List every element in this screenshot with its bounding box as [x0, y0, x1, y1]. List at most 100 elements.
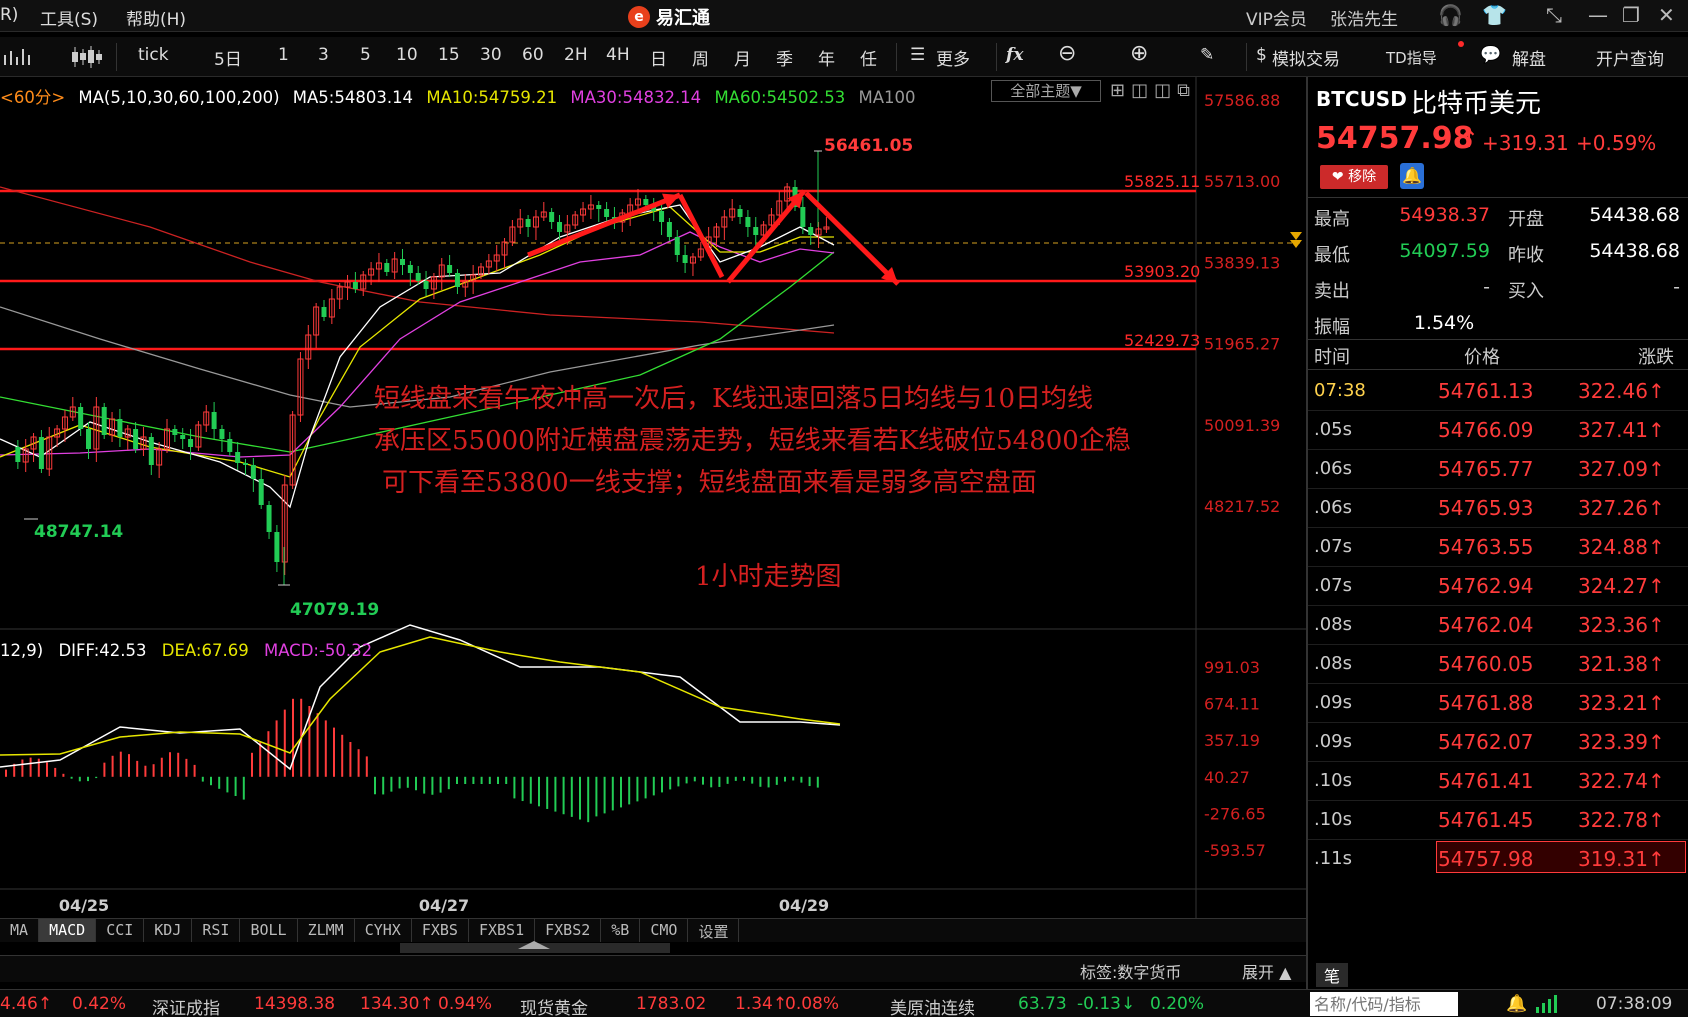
restore-icon[interactable]: ❐: [1622, 3, 1640, 27]
status-bar: 4.46↑ 0.42% 深证成指 14398.38 134.30↑ 0.94% 现货黄金 17…: [0, 989, 1688, 1017]
layout-icons[interactable]: ⊞◫◫⧉: [1110, 80, 1196, 101]
expand-button[interactable]: 展开 ▲: [1242, 959, 1291, 983]
ind-tab-macd[interactable]: MACD: [39, 919, 97, 942]
period-day[interactable]: 日: [650, 45, 667, 70]
status-item: 现货黄金: [520, 999, 588, 1017]
horizontal-scrollbar[interactable]: [400, 941, 670, 953]
period-15[interactable]: 15: [438, 45, 460, 65]
period-10[interactable]: 10: [396, 45, 418, 65]
tick-row[interactable]: .07s 54763.55 324.88↑: [1308, 527, 1688, 566]
pen-tab[interactable]: 笔: [1316, 963, 1349, 987]
ind-tab-fxbs[interactable]: FXBS: [412, 919, 469, 942]
chat-icon: 💬: [1480, 45, 1502, 65]
tag-label[interactable]: 标签:数字货币: [1080, 959, 1181, 983]
ind-tab-fxbs1[interactable]: FXBS1: [469, 919, 536, 942]
period-2h[interactable]: 2H: [564, 45, 588, 65]
tick-row[interactable]: .07s 54762.94 324.27↑: [1308, 566, 1688, 605]
analysis-button[interactable]: 解盘: [1512, 45, 1546, 70]
shirt-icon[interactable]: 👕: [1482, 3, 1507, 27]
price-axis-label: 53839.13: [1204, 253, 1280, 272]
minimize-icon[interactable]: —: [1588, 3, 1608, 27]
period-quarter[interactable]: 季: [776, 45, 793, 70]
shrink-icon[interactable]: ⤡: [1546, 3, 1562, 27]
candle-body: [86, 429, 91, 449]
period-custom[interactable]: 任: [860, 45, 877, 70]
ind-tab-fxbs2[interactable]: FXBS2: [535, 919, 602, 942]
period-5[interactable]: 5: [360, 45, 371, 65]
tick-row[interactable]: .10s 54761.41 322.74↑: [1308, 761, 1688, 800]
stat-amplitude-value: 1.54%: [1413, 312, 1475, 334]
alert-bell-icon[interactable]: 🔔: [1400, 163, 1424, 189]
period-30[interactable]: 30: [480, 45, 502, 65]
menu-partial[interactable]: R): [0, 5, 18, 25]
ind-tab-boll[interactable]: BOLL: [240, 919, 298, 942]
ind-tab-settings[interactable]: 设置: [688, 919, 740, 942]
ma-name[interactable]: MA(5,10,30,60,100,200): [78, 88, 279, 107]
ind-tab-cci[interactable]: CCI: [96, 919, 145, 942]
period-week[interactable]: 周: [692, 45, 709, 70]
tick-row[interactable]: .10s 54761.45 322.78↑: [1308, 800, 1688, 839]
scroll-up-icon[interactable]: [518, 941, 550, 949]
tick-change: 323.21↑: [1578, 691, 1665, 715]
candle-body: [227, 439, 233, 452]
user-name[interactable]: 张浩先生: [1330, 5, 1398, 30]
search-input[interactable]: [1310, 992, 1458, 1016]
alarm-bell-icon[interactable]: 🔔: [1506, 994, 1527, 1014]
ind-tab-cyhx[interactable]: CYHX: [355, 919, 412, 942]
tick-row[interactable]: .09s 54761.88 323.21↑: [1308, 683, 1688, 722]
ind-tab-ma[interactable]: MA: [0, 919, 40, 942]
tick-row[interactable]: .05s 54766.09 327.41↑: [1308, 410, 1688, 449]
ind-tab-cmo[interactable]: CMO: [640, 919, 689, 942]
ind-tab-pctb[interactable]: %B: [601, 919, 641, 942]
tick-row[interactable]: .06s 54765.77 327.09↑: [1308, 449, 1688, 488]
ind-tab-zlmm[interactable]: ZLMM: [298, 919, 355, 942]
draw-pen-icon[interactable]: ✎: [1200, 45, 1214, 65]
ind-tab-kdj[interactable]: KDJ: [144, 919, 193, 942]
line-chart-icon[interactable]: [4, 47, 34, 67]
vip-link[interactable]: VIP会员: [1246, 5, 1307, 30]
more-button[interactable]: 更多: [936, 45, 970, 70]
candle-icon[interactable]: [70, 45, 104, 69]
period-indicator[interactable]: <60分>: [0, 88, 65, 107]
tick-price: 54761.13: [1438, 379, 1534, 403]
period-year[interactable]: 年: [818, 45, 835, 70]
account-query-button[interactable]: 开户查询: [1596, 45, 1664, 70]
td-guide-button[interactable]: TD指导: [1386, 47, 1437, 68]
menu-tools[interactable]: 工具(S): [40, 5, 98, 30]
price-axis-label: 51965.27: [1204, 335, 1280, 354]
tick-row[interactable]: .06s 54765.93 327.26↑: [1308, 488, 1688, 527]
stat-prevclose-label: 昨收: [1508, 245, 1544, 266]
tick-row[interactable]: 07:38 54761.13 322.46↑: [1308, 371, 1688, 410]
analysis-arrow-line: [527, 192, 681, 258]
candle-body: [407, 265, 413, 273]
candle-body: [604, 209, 610, 217]
stat-open-label: 开盘: [1508, 209, 1544, 230]
ind-tab-rsi[interactable]: RSI: [192, 919, 241, 942]
price-marker-icon: [1290, 232, 1302, 248]
macd-value: MACD:-50.32: [263, 641, 373, 660]
headset-icon[interactable]: 🎧: [1438, 3, 1463, 27]
fx-button[interactable]: fx: [1006, 45, 1023, 65]
list-icon[interactable]: ☰: [910, 45, 925, 65]
sim-trade-button[interactable]: 模拟交易: [1272, 45, 1340, 70]
chart-area[interactable]: 55825.11 53903.20 52429.73 56461.05 48747.1…: [0, 77, 1306, 989]
period-60[interactable]: 60: [522, 45, 544, 65]
zoom-in-icon[interactable]: ⊕: [1130, 41, 1148, 66]
tick-row[interactable]: .08s 54760.05 321.38↑: [1308, 644, 1688, 683]
period-4h[interactable]: 4H: [606, 45, 630, 65]
tick-row[interactable]: .09s 54762.07 323.39↑: [1308, 722, 1688, 761]
zoom-out-icon[interactable]: ⊖: [1058, 41, 1076, 66]
kline-chart-svg[interactable]: 55825.11 53903.20 52429.73 56461.05 48747.1…: [0, 77, 1306, 989]
period-3[interactable]: 3: [318, 45, 329, 65]
period-month[interactable]: 月: [734, 45, 751, 70]
menu-help[interactable]: 帮助(H): [126, 5, 186, 30]
close-icon[interactable]: ✕: [1658, 3, 1675, 27]
tick-row[interactable]: .11s 54757.98 319.31↑: [1308, 839, 1688, 878]
remove-favorite-button[interactable]: ❤ 移除: [1320, 165, 1388, 189]
theme-dropdown[interactable]: 全部主题▼: [991, 80, 1101, 102]
period-5day[interactable]: 5日: [214, 45, 242, 70]
tick-row[interactable]: .08s 54762.04 323.36↑: [1308, 605, 1688, 644]
date-axis-label: 04/25: [59, 896, 109, 915]
period-1[interactable]: 1: [278, 45, 289, 65]
period-tick[interactable]: tick: [138, 45, 169, 65]
